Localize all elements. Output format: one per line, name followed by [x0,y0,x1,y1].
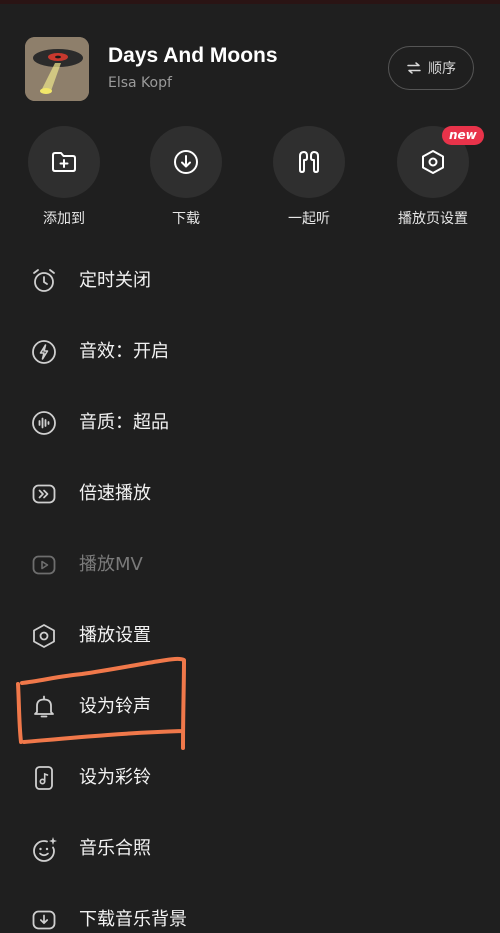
quick-actions: 添加到 下载 一起听 new 播放页设置 [0,126,500,236]
lightning-icon [30,338,58,366]
phone-music-icon [30,764,58,792]
menu-item-set-ringtone[interactable]: 设为铃声 [0,671,500,742]
menu-item-label: 播放MV [79,553,143,575]
menu-item-label: 倍速播放 [79,482,151,504]
hexagon-settings-icon [30,622,58,650]
play-order-label: 顺序 [428,61,456,77]
action-label: 下载 [172,211,200,227]
menu-item-set-color-ring[interactable]: 设为彩铃 [0,742,500,813]
new-badge: new [442,126,484,145]
action-listen-together[interactable]: 一起听 [254,126,364,236]
menu-item-label: 定时关闭 [79,269,151,291]
menu-item-label: 音乐合照 [79,837,151,859]
alarm-clock-icon [30,267,58,295]
bell-icon [30,693,58,721]
action-circle[interactable] [273,126,345,198]
menu-item-label: 音效：开启 [79,340,169,362]
menu-item-play-mv[interactable]: 播放MV [0,529,500,600]
menu-item-label: 设为铃声 [79,695,151,717]
download-video-icon [30,906,58,933]
menu-item-sound-quality[interactable]: 音质：超品 [0,387,500,458]
menu-item-label: 下载音乐背景 [79,908,187,930]
hexagon-settings-icon [422,150,444,174]
swap-arrows-icon [407,62,421,74]
play-order-button[interactable]: 顺序 [388,46,474,90]
action-label: 添加到 [43,211,85,227]
menu-item-label: 音质：超品 [79,411,169,433]
sound-quality-icon [30,409,58,437]
menu-item-play-settings[interactable]: 播放设置 [0,600,500,671]
speed-play-icon [30,480,58,508]
action-circle[interactable] [28,126,100,198]
action-add-to[interactable]: 添加到 [9,126,119,236]
album-art-image [25,37,89,101]
action-player-settings[interactable]: new 播放页设置 [378,126,488,236]
action-label: 一起听 [288,211,330,227]
menu-item-playback-speed[interactable]: 倍速播放 [0,458,500,529]
folder-add-icon [52,152,76,172]
song-title: Days And Moons [108,44,278,67]
menu-item-download-background[interactable]: 下载音乐背景 [0,884,500,933]
menu-item-sound-effect[interactable]: 音效：开启 [0,316,500,387]
menu-item-music-photo[interactable]: 音乐合照 [0,813,500,884]
download-icon [174,150,198,174]
action-circle[interactable] [150,126,222,198]
song-header: Days And Moons Elsa Kopf 顺序 [0,0,500,120]
menu-item-label: 设为彩铃 [79,766,151,788]
menu-item-label: 播放设置 [79,624,151,646]
action-download[interactable]: 下载 [131,126,241,236]
song-artist[interactable]: Elsa Kopf [108,75,172,91]
earbuds-icon [299,151,319,173]
album-cover[interactable] [25,37,89,101]
sparkle-face-icon [30,835,58,863]
video-play-icon [30,551,58,579]
action-label: 播放页设置 [398,211,468,227]
menu-item-sleep-timer[interactable]: 定时关闭 [0,245,500,316]
